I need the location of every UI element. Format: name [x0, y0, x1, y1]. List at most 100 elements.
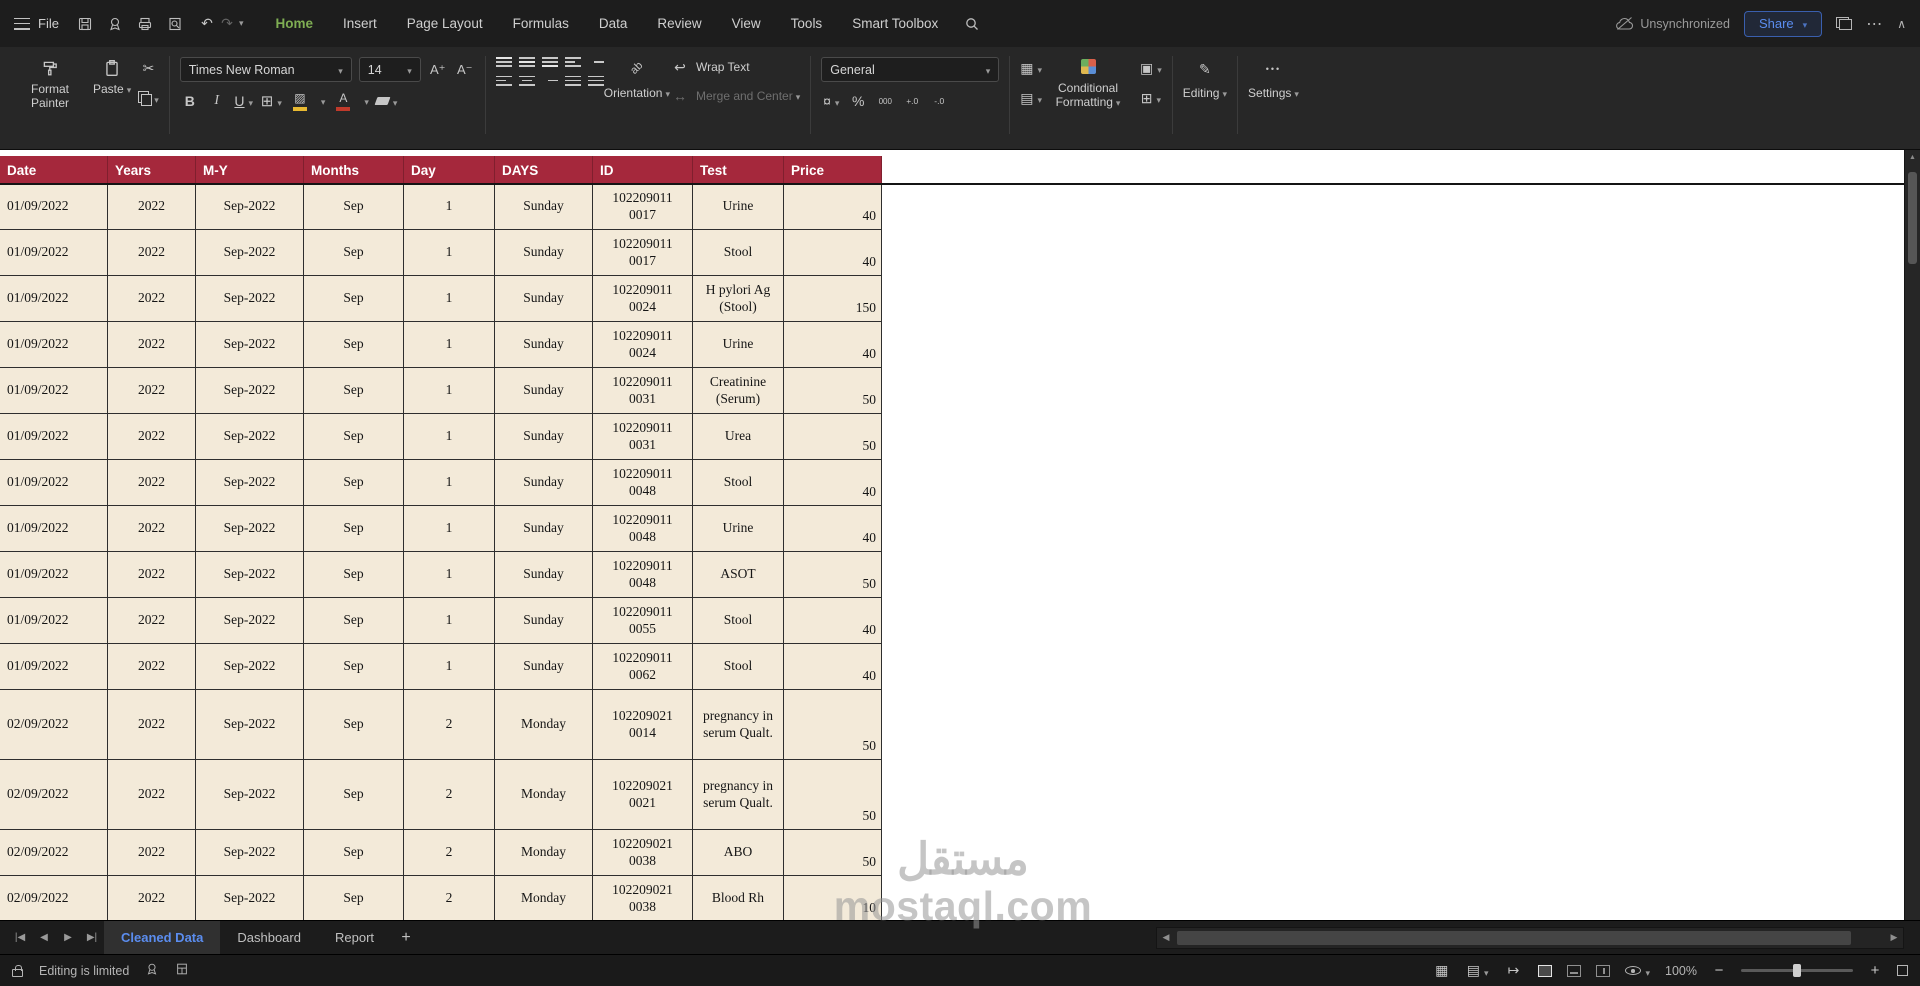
cell[interactable]: 102209011 0048 [593, 460, 693, 506]
cell[interactable]: 2022 [108, 876, 196, 920]
previous-sheet-icon[interactable]: ◀ [32, 932, 56, 943]
sheet-tab-cleaned-data[interactable]: Cleaned Data [104, 921, 221, 954]
next-sheet-icon[interactable]: ▶ [56, 932, 80, 943]
cell[interactable]: 40 [784, 230, 882, 276]
last-sheet-icon[interactable]: ▶| [80, 932, 104, 943]
share-button[interactable]: Share [1743, 10, 1823, 37]
cell[interactable]: 50 [784, 414, 882, 460]
column-header-months[interactable]: Months [304, 156, 404, 184]
chevron-down-icon[interactable] [361, 92, 369, 110]
cell[interactable]: 2 [404, 760, 495, 830]
zoom-in-button[interactable]: + [1868, 962, 1882, 979]
comma-format-icon[interactable] [875, 91, 895, 111]
menu-home[interactable]: Home [275, 16, 313, 31]
cell[interactable]: Sunday [495, 644, 593, 690]
cell[interactable]: Sunday [495, 460, 593, 506]
column-header-m-y[interactable]: M-Y [196, 156, 304, 184]
cell[interactable]: 2022 [108, 598, 196, 644]
font-size-select[interactable]: 14 [358, 57, 421, 82]
menu-insert[interactable]: Insert [343, 16, 377, 31]
cut-icon[interactable] [138, 58, 159, 78]
cell[interactable]: 01/09/2022 [0, 322, 108, 368]
increase-font-size-icon[interactable] [428, 60, 448, 80]
menu-data[interactable]: Data [599, 16, 628, 31]
cell[interactable]: Sunday [495, 368, 593, 414]
underline-button[interactable]: U [234, 91, 254, 111]
cell[interactable]: Sep [304, 414, 404, 460]
cell[interactable]: Sep-2022 [196, 644, 304, 690]
cell[interactable]: 40 [784, 644, 882, 690]
cell[interactable]: Sep-2022 [196, 598, 304, 644]
cell[interactable]: Sunday [495, 414, 593, 460]
cell[interactable]: Sunday [495, 230, 593, 276]
stamp-icon[interactable] [145, 962, 159, 979]
cell[interactable]: 102209011 0031 [593, 368, 693, 414]
borders-button[interactable] [261, 91, 282, 111]
merge-center-button[interactable]: Merge and Center [670, 86, 800, 106]
print-preview-icon[interactable] [167, 16, 183, 32]
cell[interactable]: 102209011 0031 [593, 414, 693, 460]
number-format-select[interactable]: General [821, 57, 1000, 82]
cell[interactable]: Sunday [495, 552, 593, 598]
cell[interactable]: Sep-2022 [196, 552, 304, 598]
menu-review[interactable]: Review [657, 16, 701, 31]
cell[interactable]: 102209011 0055 [593, 598, 693, 644]
more-options-icon[interactable]: ⋯ [1866, 14, 1883, 34]
cell[interactable]: Sep-2022 [196, 760, 304, 830]
cell[interactable]: Stool [693, 230, 784, 276]
font-name-select[interactable]: Times New Roman [179, 57, 352, 82]
menu-formulas[interactable]: Formulas [513, 16, 569, 31]
cell[interactable]: Sep-2022 [196, 830, 304, 876]
cell[interactable]: 102209021 0038 [593, 830, 693, 876]
cell[interactable]: 150 [784, 276, 882, 322]
cell[interactable]: 102209021 0021 [593, 760, 693, 830]
cell[interactable]: 102209011 0017 [593, 184, 693, 230]
file-menu[interactable]: File [38, 16, 59, 31]
cell[interactable]: 1 [404, 230, 495, 276]
horizontal-scrollbar[interactable]: ◀ ▶ [1156, 926, 1904, 949]
cell[interactable]: 2022 [108, 276, 196, 322]
cell[interactable]: Sep [304, 230, 404, 276]
cell[interactable]: Sunday [495, 276, 593, 322]
cell[interactable]: Monday [495, 876, 593, 920]
cell[interactable]: Sep-2022 [196, 460, 304, 506]
currency-format-button[interactable] [821, 91, 841, 111]
redo-icon[interactable] [217, 14, 237, 34]
cell[interactable]: Sep-2022 [196, 184, 304, 230]
cell[interactable]: Sep-2022 [196, 414, 304, 460]
cell[interactable]: 2 [404, 876, 495, 920]
menu-smart-toolbox[interactable]: Smart Toolbox [852, 16, 938, 31]
zoom-slider-thumb[interactable] [1793, 964, 1801, 977]
cell-style-button[interactable] [1020, 88, 1042, 108]
cell[interactable]: Urine [693, 506, 784, 552]
cell[interactable]: H pylori Ag (Stool) [693, 276, 784, 322]
font-color-button[interactable]: A [332, 91, 354, 111]
cell[interactable]: 50 [784, 760, 882, 830]
cell[interactable]: 50 [784, 552, 882, 598]
cell[interactable]: 01/09/2022 [0, 368, 108, 414]
cell[interactable]: Sep [304, 690, 404, 760]
cell[interactable]: 102209011 0024 [593, 322, 693, 368]
page-break-view-icon[interactable] [1596, 964, 1611, 977]
scroll-right-icon[interactable]: ▶ [1885, 932, 1903, 943]
print-icon[interactable] [137, 16, 153, 32]
cell[interactable]: Sep-2022 [196, 322, 304, 368]
align-top-icon[interactable] [495, 57, 512, 67]
cell[interactable]: Sep [304, 460, 404, 506]
scroll-up-icon[interactable]: ▲ [1905, 150, 1920, 161]
cell[interactable]: Sep-2022 [196, 876, 304, 920]
cell[interactable]: 40 [784, 460, 882, 506]
switch-window-icon[interactable] [1836, 17, 1853, 30]
column-header-id[interactable]: ID [593, 156, 693, 184]
bold-button[interactable]: B [180, 91, 200, 111]
cell[interactable]: 40 [784, 598, 882, 644]
cell[interactable]: 2022 [108, 830, 196, 876]
reading-mode-icon[interactable] [1625, 961, 1650, 981]
fullscreen-icon[interactable] [1897, 965, 1908, 976]
cell[interactable]: 2 [404, 830, 495, 876]
fill-color-button[interactable]: ▨ [289, 91, 311, 111]
cell[interactable]: 1 [404, 276, 495, 322]
hamburger-menu-icon[interactable] [14, 17, 30, 30]
cell[interactable]: 1 [404, 460, 495, 506]
cell[interactable]: 50 [784, 368, 882, 414]
